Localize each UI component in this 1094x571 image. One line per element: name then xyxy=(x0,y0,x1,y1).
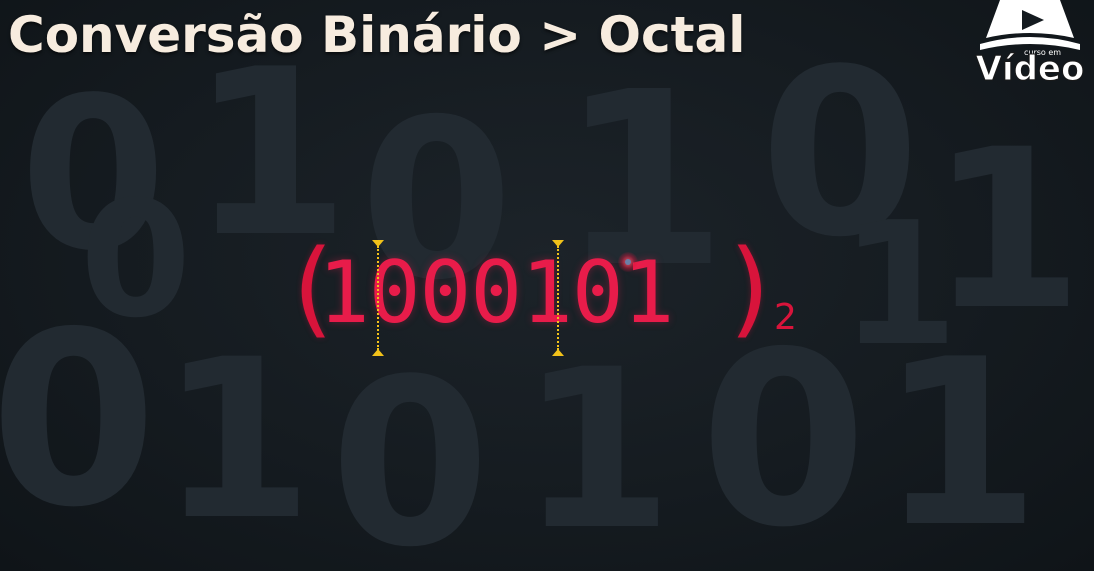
curso-em-video-logo: curso em Vídeo xyxy=(972,0,1088,92)
play-book-icon xyxy=(980,0,1080,50)
group-divider xyxy=(372,240,384,356)
divider-cap-bottom xyxy=(372,349,384,356)
divider-cap-bottom xyxy=(552,349,564,356)
group-divider xyxy=(552,240,564,356)
slide-title: Conversão Binário > Octal xyxy=(8,6,746,64)
logo-word: Vídeo xyxy=(975,49,1085,89)
binary-expression: ( 1000101 ) 2 xyxy=(280,236,840,356)
divider-line xyxy=(377,246,379,350)
background-digit: 0 xyxy=(330,331,491,571)
background-digit: 0 xyxy=(80,166,192,353)
background-digit: 1 xyxy=(840,186,959,384)
background-digit: 1 xyxy=(520,322,674,571)
base-subscript: 2 xyxy=(774,297,797,338)
pointer-dot xyxy=(625,259,631,265)
background-digit: 1 xyxy=(160,312,314,568)
pointer-highlight xyxy=(618,252,638,272)
divider-line xyxy=(557,246,559,350)
